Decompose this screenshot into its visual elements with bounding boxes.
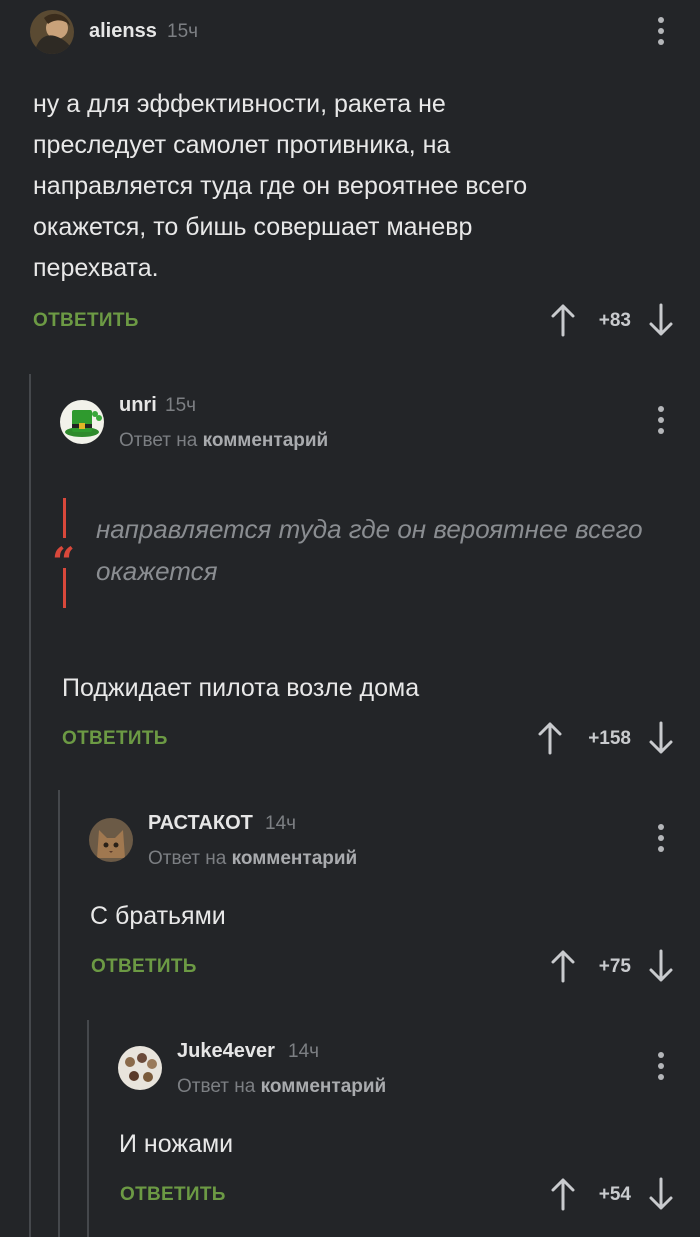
more-vertical-icon[interactable] — [649, 822, 673, 854]
reply-to-label[interactable]: Ответ на комментарий — [148, 848, 357, 870]
comment-text: С братьями — [90, 902, 226, 930]
avatar[interactable] — [60, 400, 104, 444]
reply-button[interactable]: ОТВЕТИТЬ — [120, 1184, 226, 1206]
more-vertical-icon[interactable] — [649, 404, 673, 436]
comment-alienss: alienss 15ч ну а для эффективности, раке… — [0, 0, 700, 360]
username[interactable]: unri — [119, 394, 157, 417]
username[interactable]: alienss — [89, 20, 157, 43]
timestamp: 15ч — [165, 395, 197, 416]
arrow-down-icon[interactable] — [648, 303, 674, 337]
rating-score: +158 — [588, 728, 631, 749]
arrow-down-icon[interactable] — [648, 721, 674, 755]
comment-rastakot: РАСТАКОТ 14ч Ответ на комментарий С брат… — [0, 800, 700, 1000]
comment-unri: unri 15ч Ответ на комментарий “ направля… — [0, 380, 700, 780]
arrow-down-icon[interactable] — [648, 1177, 674, 1211]
rating-score: +75 — [598, 956, 631, 977]
rating-score: +54 — [598, 1184, 631, 1205]
quote-bar-bottom — [63, 568, 66, 608]
reply-to-prefix: Ответ на — [177, 1076, 261, 1097]
username[interactable]: Juke4ever — [177, 1040, 275, 1063]
avatar[interactable] — [30, 10, 74, 54]
timestamp: 14ч — [265, 813, 297, 834]
reply-to-label[interactable]: Ответ на комментарий — [177, 1076, 386, 1098]
reply-to-link[interactable]: комментарий — [203, 430, 329, 451]
reply-to-label[interactable]: Ответ на комментарий — [119, 430, 328, 452]
timestamp: 14ч — [288, 1041, 320, 1062]
reply-to-link[interactable]: комментарий — [261, 1076, 387, 1097]
reply-button[interactable]: ОТВЕТИТЬ — [91, 956, 197, 978]
quoted-text: направляется туда где он вероятнее всего… — [96, 514, 643, 586]
comment-text: И ножами — [119, 1130, 234, 1158]
more-vertical-icon[interactable] — [649, 15, 673, 47]
reply-to-link[interactable]: комментарий — [232, 848, 358, 869]
timestamp: 15ч — [167, 21, 199, 42]
arrow-down-icon[interactable] — [648, 949, 674, 983]
comment-text: ну а для эффективности, ракета не пресле… — [33, 90, 528, 282]
comment-text: Поджидает пилота возле дома — [62, 674, 420, 702]
reply-to-prefix: Ответ на — [119, 430, 203, 451]
comment-juke4ever: Juke4ever 14ч Ответ на комментарий И нож… — [0, 1028, 700, 1237]
reply-to-prefix: Ответ на — [148, 848, 232, 869]
more-vertical-icon[interactable] — [649, 1050, 673, 1082]
avatar[interactable] — [118, 1046, 162, 1090]
username[interactable]: РАСТАКОТ — [148, 812, 253, 835]
arrow-up-icon[interactable] — [537, 721, 563, 755]
reply-button[interactable]: ОТВЕТИТЬ — [33, 310, 139, 332]
avatar[interactable] — [89, 818, 133, 862]
reply-button[interactable]: ОТВЕТИТЬ — [62, 728, 168, 750]
rating-score: +83 — [598, 310, 631, 331]
quote-bar-top — [63, 498, 66, 538]
